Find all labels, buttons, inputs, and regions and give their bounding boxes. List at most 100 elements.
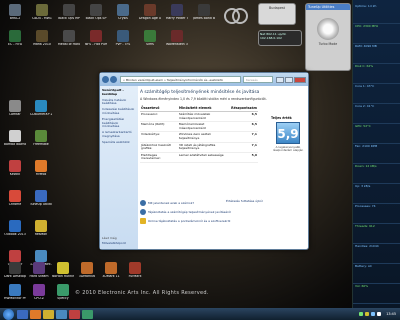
desktop-icon[interactable]: Harry Potter 7 bbox=[166, 4, 188, 21]
app-icon bbox=[129, 262, 141, 274]
close-button[interactable] bbox=[294, 76, 306, 83]
start-button[interactable] bbox=[3, 308, 14, 320]
row-component: Videokártya: bbox=[140, 131, 178, 143]
help-link[interactable]: Tájékoztatás a számítógép teljesítményén… bbox=[140, 209, 305, 215]
left-pane-link[interactable]: Speciális eszközök bbox=[102, 140, 136, 145]
left-pane-link[interactable]: Vizuális hatások beállítása bbox=[102, 98, 136, 107]
table-row: Processzor: Számítási műveletek másodperc… bbox=[140, 111, 258, 123]
help-icon bbox=[140, 209, 146, 215]
desktop-icon[interactable]: ResMon bbox=[30, 220, 52, 237]
desktop-icon[interactable]: Firefox bbox=[30, 160, 52, 177]
app-icon bbox=[35, 220, 47, 232]
minimize-button[interactable] bbox=[276, 76, 284, 83]
taskbar-clock[interactable]: 13:45 bbox=[386, 312, 396, 316]
tuneup-caption: Turbo Mode bbox=[318, 42, 338, 46]
desktop-icon[interactable]: James Bond Blood Stone bbox=[193, 4, 215, 21]
left-pane-link[interactable]: Indexelési beállítások módosítása bbox=[102, 107, 136, 116]
desktop-icon[interactable]: Norton Running bbox=[52, 262, 74, 279]
app-icon bbox=[90, 30, 102, 42]
table-row: Memória (RAM): Memóriaművelet másodpercen… bbox=[140, 121, 258, 133]
taskbar-app-button[interactable] bbox=[17, 309, 28, 319]
desktop-icon-label: James Bond Blood Stone bbox=[193, 17, 215, 20]
back-arrow-icon[interactable] bbox=[102, 76, 109, 83]
desktop-icon[interactable]: Chrome bbox=[4, 190, 26, 207]
tray-icon[interactable] bbox=[377, 312, 382, 316]
score-table: Összetevő Minősített elemek Részpontszám… bbox=[140, 105, 258, 163]
sidebar-graph bbox=[353, 148, 400, 164]
taskbar-app-button[interactable] bbox=[30, 309, 41, 319]
desktop-icon[interactable]: NFS - Hot Pursuit bbox=[85, 30, 107, 47]
help-link[interactable]: Online tájékoztatás a pontszámokról és a… bbox=[140, 218, 305, 224]
desktop-icon[interactable]: EC - FIFA bbox=[4, 30, 26, 47]
clock-gadget[interactable]: Budapest bbox=[258, 3, 296, 25]
desktop-icon[interactable]: FurMark bbox=[124, 262, 146, 279]
desktop-icon[interactable]: 3DMark 11 bbox=[100, 262, 122, 279]
desktop-icon[interactable]: HWMonitor Pro bbox=[4, 284, 26, 301]
desktop-icon[interactable]: Lomtár bbox=[4, 100, 26, 117]
table-row: Videokártya: Windows Aero asztali teljesí… bbox=[140, 131, 258, 143]
taskbar-app-button[interactable] bbox=[69, 309, 80, 319]
desktop-icon[interactable]: Crysis bbox=[112, 4, 134, 21]
help-link-text: Mit jelentenek ezek a számok? bbox=[148, 201, 195, 205]
taskbar-app-button[interactable] bbox=[82, 309, 93, 319]
desktop-icon[interactable]: CDBurnerXP 2011 bbox=[30, 100, 52, 117]
left-pane-link[interactable]: Energiaellátási beállítások módosítása bbox=[102, 117, 136, 129]
search-input[interactable]: Keresés bbox=[243, 76, 273, 83]
desktop-icon[interactable]: Kézikk bbox=[4, 160, 26, 177]
app-icon bbox=[144, 30, 156, 42]
desktop-icon[interactable]: Dark Desktop bbox=[4, 262, 26, 279]
action-center-link[interactable]: Műveletközpont bbox=[102, 241, 126, 245]
desktop-icon[interactable]: Freemake bbox=[30, 130, 52, 147]
sidebar-graph bbox=[353, 68, 400, 84]
desktop-icon[interactable]: Sims bbox=[139, 30, 161, 47]
rerun-assessment-link[interactable]: Értékelés futtatása újból bbox=[226, 199, 306, 204]
tuneup-gadget[interactable]: TuneUp Utilities Turbo Mode bbox=[305, 3, 351, 71]
desktop-icon[interactable]: PvP - TFS bbox=[112, 30, 134, 47]
address-bar[interactable]: « Minden vezérlőpult-elem » Teljesítmény… bbox=[120, 76, 241, 83]
see-also-label: Lásd még bbox=[102, 236, 117, 240]
sidebar-graph bbox=[353, 48, 400, 64]
desktop-icon[interactable]: CPU-Z bbox=[28, 284, 50, 301]
left-pane-link[interactable]: A lemezkarbantartó megnyitása bbox=[102, 130, 136, 139]
desktop-icon[interactable]: Dragon Age Ultimate bbox=[139, 4, 161, 21]
desktop-icon[interactable]: Medal of Honor (Se... bbox=[58, 30, 80, 47]
desktop-icon[interactable]: TuneUp Utilities 2011 bbox=[30, 190, 52, 207]
turbo-knob-icon[interactable] bbox=[317, 18, 339, 40]
maximize-button[interactable] bbox=[285, 76, 293, 83]
desktop-icon[interactable]: bomba downloadban bbox=[4, 130, 26, 147]
app-icon bbox=[35, 250, 47, 262]
sidebar-graph bbox=[353, 248, 400, 264]
shield-icon bbox=[140, 218, 146, 224]
desktop-icon[interactable]: Speccy bbox=[52, 284, 74, 301]
base-score-panel: Teljes érték 5,9 A legalacsonyabb részpo… bbox=[271, 116, 305, 153]
app-icon bbox=[36, 30, 48, 42]
app-icon bbox=[9, 190, 21, 202]
desktop-icon[interactable]: 3DMark06 bbox=[76, 262, 98, 279]
taskbar-app-button[interactable] bbox=[56, 309, 67, 319]
desktop-icon[interactable]: BRKC2 bbox=[4, 4, 26, 21]
taskbar-app-button[interactable] bbox=[43, 309, 54, 319]
control-panel-home-link[interactable]: Vezérlőpult – kezdőlap bbox=[102, 88, 136, 97]
tray-icon[interactable] bbox=[371, 312, 376, 316]
desktop-icon[interactable]: Wolfenstein 3D bbox=[166, 30, 188, 47]
desktop-icon-label: Mafia 2010 bbox=[33, 43, 51, 46]
desktop-icon[interactable]: Hard Steam bbox=[28, 262, 50, 279]
desktop-icon[interactable]: Black Ops SP bbox=[85, 4, 107, 21]
desktop-icon[interactable]: CoD4 - MW1 bbox=[31, 4, 53, 21]
desktop-icon[interactable]: Mafia 2010 bbox=[31, 30, 53, 47]
page-description: A Windows élményindex 1,0 és 7,9 közötti… bbox=[140, 97, 267, 101]
tray-icon[interactable] bbox=[365, 312, 370, 316]
sidebar-graph bbox=[353, 208, 400, 224]
tray-icon[interactable] bbox=[359, 312, 364, 316]
app-icon bbox=[35, 100, 47, 112]
row-component: Processzor: bbox=[140, 111, 178, 123]
app-icon bbox=[57, 284, 69, 296]
desktop-icon[interactable]: Outlook 2013 bbox=[4, 220, 26, 237]
table-row: Játékokhoz használt grafika: 3D üzleti és… bbox=[140, 142, 258, 153]
row-rated-items: Lemez adatátviteli sebessége bbox=[177, 152, 231, 163]
desktop-icon-label: HWMonitor Pro bbox=[4, 297, 26, 300]
main-content: A számítógép teljesítményének minősítése… bbox=[140, 88, 305, 247]
desktop-icon-label: Kézikk bbox=[9, 173, 21, 176]
desktop-icon[interactable]: Black Ops MP bbox=[58, 4, 80, 21]
forward-arrow-icon[interactable] bbox=[110, 76, 117, 83]
